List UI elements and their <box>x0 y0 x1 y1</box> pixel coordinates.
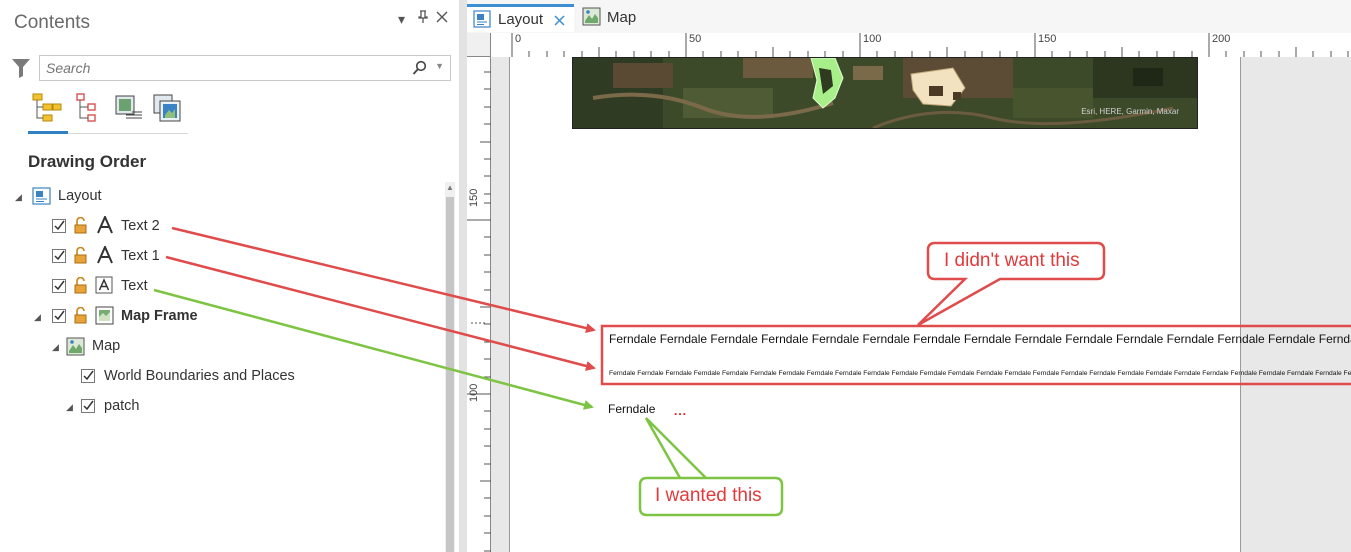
scroll-up-icon[interactable]: ▲ <box>446 183 454 192</box>
contents-scrollbar-thumb[interactable] <box>446 197 454 552</box>
text-element[interactable]: Ferndale <box>608 402 655 416</box>
text-element-icon <box>96 244 114 269</box>
callout-unwanted: I didn't want this <box>944 250 1080 271</box>
ruler-label: 100 <box>468 383 480 402</box>
search-options-icon[interactable]: ▼ <box>435 61 444 71</box>
map-icon <box>66 337 85 361</box>
left-ruler[interactable]: 150 100 <box>467 57 491 552</box>
unlock-icon[interactable] <box>73 216 89 239</box>
ruler-label: 150 <box>1038 33 1057 45</box>
tree-item-world-boundaries[interactable]: World Boundaries and Places <box>104 368 295 384</box>
checkbox-text2[interactable] <box>52 219 66 233</box>
tab-map-label: Map <box>607 9 637 26</box>
map-icon <box>582 7 601 31</box>
tab-map[interactable]: Map <box>578 4 658 32</box>
text1-element[interactable]: Ferndale Ferndale Ferndale Ferndale Fern… <box>609 370 1351 377</box>
tree-item-patch[interactable]: patch <box>104 398 139 414</box>
collapse-map-frame-icon[interactable]: ◢ <box>34 312 41 323</box>
tree-item-map[interactable]: Map <box>92 338 120 354</box>
list-by-map-frame-icon[interactable] <box>112 91 146 125</box>
checkbox-text[interactable] <box>52 279 66 293</box>
map-attribution: Esri, HERE, Garmin, Maxar <box>1081 107 1179 116</box>
checkbox-text1[interactable] <box>52 249 66 263</box>
tab-layout[interactable]: Layout <box>467 4 574 32</box>
unlock-icon[interactable] <box>73 246 89 269</box>
checkbox-world-boundaries[interactable] <box>81 369 95 383</box>
tree-item-text2[interactable]: Text 2 <box>121 218 160 234</box>
collapse-map-icon[interactable]: ◢ <box>52 342 59 353</box>
search-box[interactable]: ▼ <box>39 55 451 81</box>
filter-icon[interactable] <box>11 57 31 79</box>
checkbox-map-frame[interactable] <box>52 309 66 323</box>
list-by-selection-icon[interactable] <box>73 91 107 125</box>
text2-element[interactable]: Ferndale Ferndale Ferndale Ferndale Fern… <box>609 332 1351 346</box>
ruler-label: 150 <box>468 188 480 207</box>
close-tab-icon[interactable] <box>554 13 565 31</box>
collapse-patch-icon[interactable]: ◢ <box>66 402 73 413</box>
contents-pane <box>0 0 460 552</box>
tree-item-layout[interactable]: Layout <box>58 188 102 204</box>
tab-layout-label: Layout <box>498 11 544 28</box>
pane-options-icon[interactable]: ▾ <box>398 11 405 28</box>
ruler-corner <box>467 33 491 57</box>
search-input[interactable] <box>40 56 412 80</box>
tree-item-text[interactable]: Text <box>121 278 148 294</box>
list-by-layout-icon[interactable] <box>151 91 185 125</box>
search-icon[interactable] <box>412 60 428 76</box>
active-view-indicator <box>28 131 68 134</box>
map-frame-imagery[interactable]: Esri, HERE, Garmin, Maxar <box>572 57 1198 129</box>
pin-icon[interactable] <box>417 10 429 27</box>
collapse-layout-icon[interactable]: ◢ <box>15 192 22 203</box>
top-ruler[interactable]: 0 50 100 150 200 <box>491 33 1351 58</box>
drawing-order-heading: Drawing Order <box>28 152 147 171</box>
close-icon[interactable] <box>436 10 448 26</box>
unlock-icon[interactable] <box>73 276 89 299</box>
checkbox-patch[interactable] <box>81 399 95 413</box>
unlock-icon[interactable] <box>73 306 89 329</box>
layout-icon <box>32 187 52 210</box>
ruler-label: 50 <box>689 33 702 45</box>
layout-page[interactable] <box>509 57 1241 552</box>
layout-icon <box>473 10 492 33</box>
pane-splitter[interactable] <box>459 0 467 552</box>
overflow-ellipsis: ... <box>674 404 688 418</box>
ruler-label: 0 <box>515 33 522 45</box>
list-by-drawing-order-icon[interactable] <box>30 91 64 125</box>
tree-item-text1[interactable]: Text 1 <box>121 248 160 264</box>
text-element-icon <box>96 214 114 239</box>
ruler-label: 200 <box>1212 33 1231 45</box>
pane-title: Contents <box>14 12 91 33</box>
tree-item-map-frame[interactable]: Map Frame <box>121 308 198 324</box>
ruler-label: 100 <box>863 33 882 45</box>
callout-wanted: I wanted this <box>655 485 762 506</box>
boxed-text-element-icon <box>95 276 113 299</box>
map-frame-icon <box>95 306 114 330</box>
